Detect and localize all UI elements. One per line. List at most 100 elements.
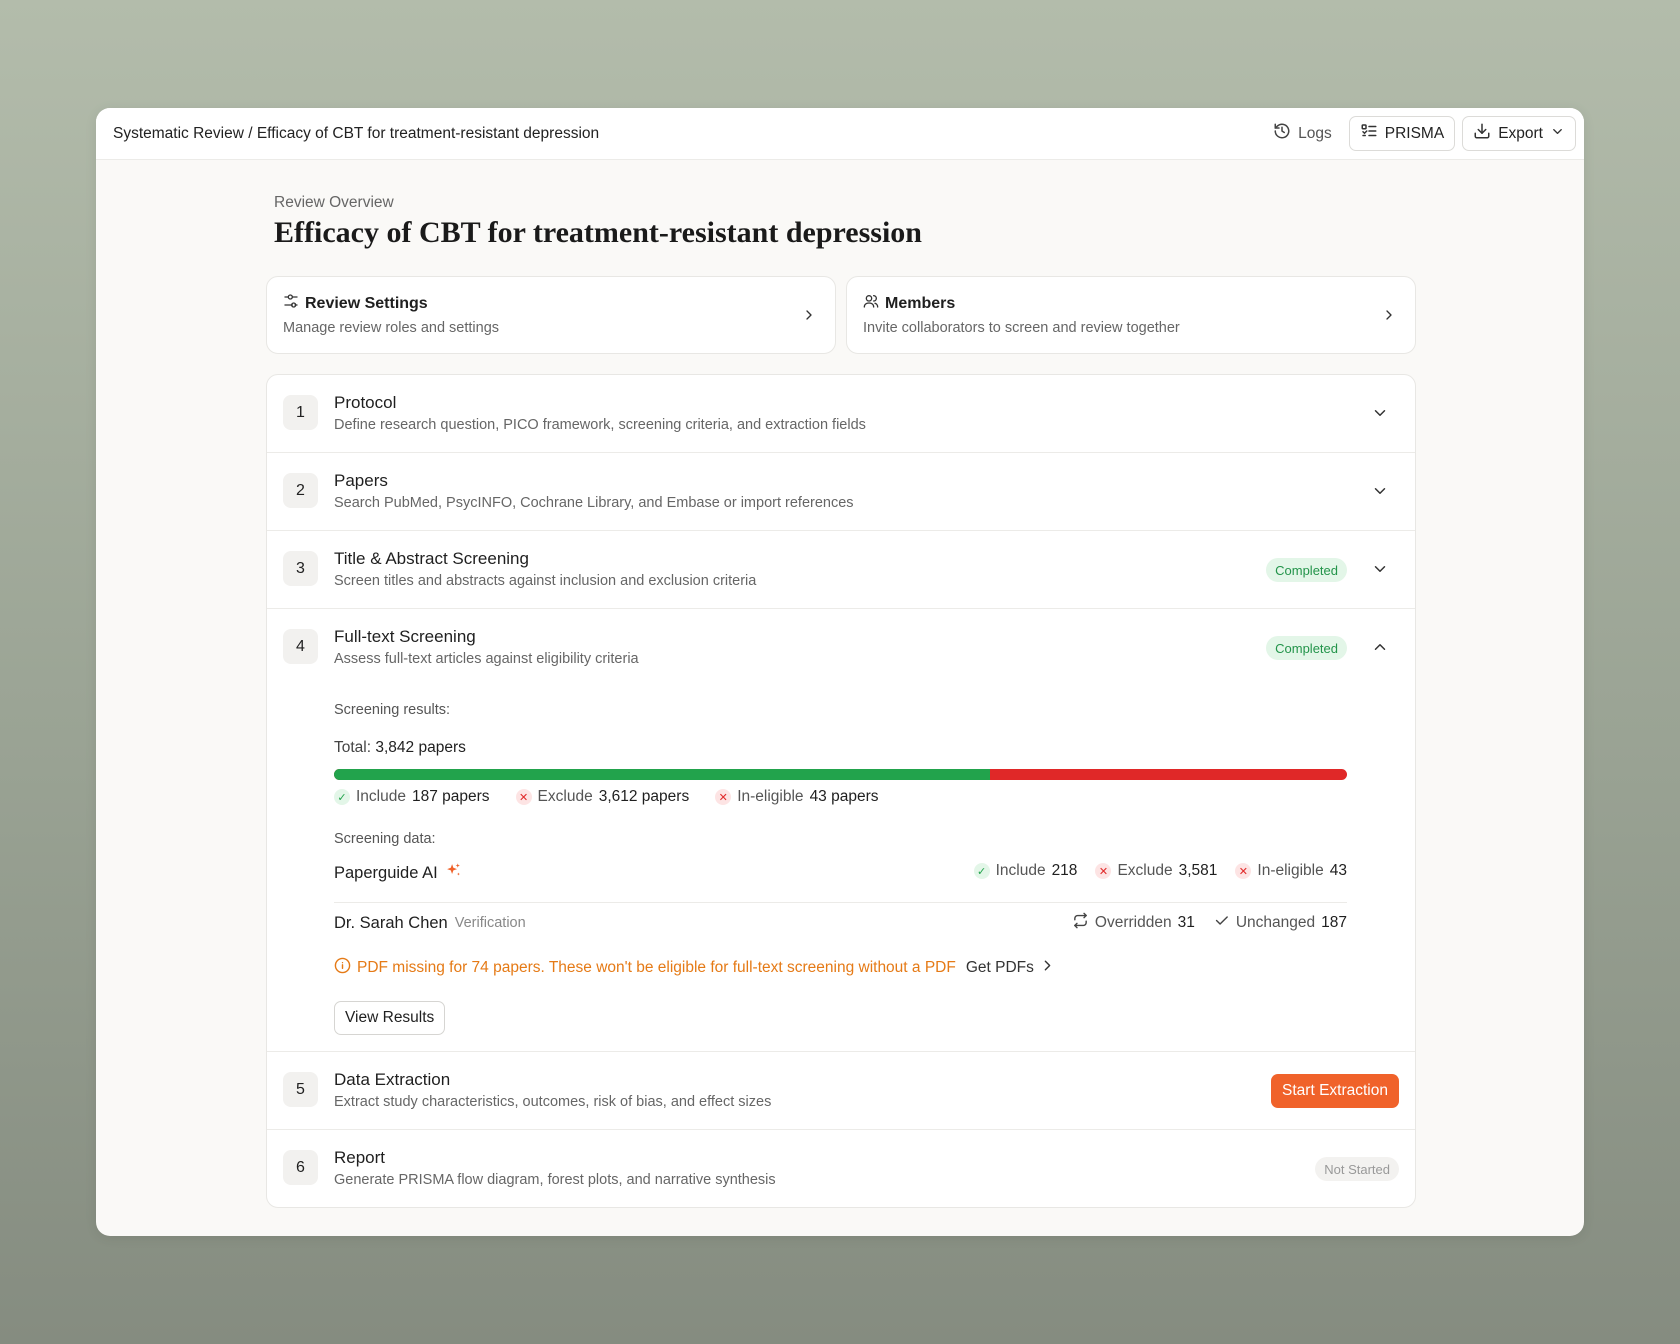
legend-exclude-value: 3,612 papers: [598, 788, 690, 805]
review-settings-desc: Manage review roles and settings: [283, 320, 500, 336]
download-icon: [1473, 122, 1491, 145]
screening-panel: Screening results: Total: 3,842 papers ✓…: [267, 686, 1415, 1051]
step-number: 2: [283, 473, 318, 508]
ai-screener-name-group: Paperguide AI: [334, 862, 462, 884]
legend-ineligible-label: In-eligible: [737, 788, 804, 805]
step-number: 6: [283, 1150, 318, 1185]
step-title: Protocol: [334, 393, 397, 412]
review-steps: 1 Protocol Define research question, PIC…: [266, 374, 1416, 1208]
sparkles-icon: [445, 862, 462, 884]
members-title: Members: [885, 294, 956, 312]
app-window: Systematic Review / Efficacy of CBT for …: [96, 108, 1584, 1236]
ai-exclude-stat: ✕ Exclude 3,581: [1095, 862, 1217, 880]
page-title: Efficacy of CBT for treatment-resistant …: [274, 216, 922, 249]
ai-exclude-label: Exclude: [1117, 862, 1173, 879]
step-number: 1: [283, 395, 318, 430]
review-settings-title: Review Settings: [305, 294, 428, 312]
screening-progress-bar: [334, 769, 1347, 780]
status-badge: Completed: [1266, 558, 1347, 582]
legend-exclude-label: Exclude: [537, 788, 593, 805]
unchanged-label: Unchanged: [1235, 914, 1316, 931]
page-overline-text: Review Overview: [274, 194, 394, 211]
step-header[interactable]: 2 Papers Search PubMed, PsycINFO, Cochra…: [267, 453, 1415, 530]
step-title: Data Extraction: [334, 1070, 451, 1089]
overridden-label: Overridden: [1094, 914, 1172, 931]
quick-cards: Review Settings Manage review roles and …: [266, 276, 1416, 354]
review-settings-card[interactable]: Review Settings Manage review roles and …: [266, 276, 836, 354]
info-circle-icon: [334, 957, 351, 979]
legend-include-label: Include: [356, 788, 406, 805]
x-circle-icon: ✕: [1235, 863, 1252, 879]
screening-legend: ✓ Include 187 papers ✕ Exclude 3,612 pap…: [334, 788, 879, 806]
check-circle-icon: ✓: [973, 863, 990, 879]
ai-screener-name: Paperguide AI: [334, 863, 438, 882]
step-header[interactable]: 3 Title & Abstract Screening Screen titl…: [267, 531, 1415, 608]
screening-total: Total: 3,842 papers: [334, 739, 466, 757]
step-header[interactable]: 5 Data Extraction Extract study characte…: [267, 1052, 1415, 1129]
view-results-button[interactable]: View Results: [334, 1001, 446, 1035]
get-pdfs-link[interactable]: Get PDFs: [966, 957, 1056, 979]
unchanged-stat: Unchanged 187: [1213, 912, 1347, 934]
step-title-abstract-screening[interactable]: 3 Title & Abstract Screening Screen titl…: [267, 531, 1415, 609]
step-description: Generate PRISMA flow diagram, forest plo…: [334, 1172, 776, 1188]
get-pdfs-label: Get PDFs: [965, 959, 1034, 976]
legend-ineligible-value: 43 papers: [809, 788, 879, 805]
legend-include-value: 187 papers: [411, 788, 490, 805]
chevron-down-icon: [1550, 124, 1565, 144]
prisma-label: PRISMA: [1384, 124, 1445, 142]
screening-results-label: Screening results:: [334, 702, 451, 718]
step-description: Assess full-text articles against eligib…: [334, 651, 639, 667]
logs-button[interactable]: Logs: [1263, 116, 1342, 151]
members-title-row: Members: [863, 293, 1399, 314]
chevron-right-icon: [1039, 957, 1056, 979]
human-verifier-row: Dr. Sarah Chen Verification Overridden 3…: [334, 906, 1347, 940]
warning-text: PDF missing for 74 papers. These won't b…: [357, 959, 956, 976]
step-description: Search PubMed, PsycINFO, Cochrane Librar…: [334, 495, 854, 511]
list-checks-icon: [1360, 122, 1378, 145]
overridden-value: 31: [1177, 914, 1195, 931]
x-circle-icon: ✕: [515, 789, 532, 805]
logs-label: Logs: [1298, 124, 1332, 142]
step-protocol[interactable]: 1 Protocol Define research question, PIC…: [267, 375, 1415, 453]
repeat-icon: [1072, 912, 1089, 934]
members-card[interactable]: Members Invite collaborators to screen a…: [846, 276, 1416, 354]
ai-exclude-value: 3,581: [1178, 862, 1218, 879]
x-circle-icon: ✕: [715, 789, 732, 805]
ai-ineligible-value: 43: [1329, 862, 1347, 879]
history-icon: [1273, 122, 1291, 145]
step-papers[interactable]: 2 Papers Search PubMed, PsycINFO, Cochra…: [267, 453, 1415, 531]
prisma-button[interactable]: PRISMA: [1348, 116, 1456, 151]
status-badge: Not Started: [1315, 1157, 1399, 1181]
step-header[interactable]: 4 Full-text Screening Assess full-text a…: [267, 609, 1415, 686]
start-extraction-button[interactable]: Start Extraction: [1271, 1074, 1399, 1108]
step-header[interactable]: 1 Protocol Define research question, PIC…: [267, 375, 1415, 452]
overridden-stat: Overridden 31: [1072, 912, 1195, 934]
ai-screener-row: Paperguide AI ✓ Include 218 ✕ Exclude 3,…: [334, 855, 1347, 903]
ai-include-stat: ✓ Include 218: [973, 862, 1078, 880]
ai-ineligible-stat: ✕ In-eligible 43: [1235, 862, 1347, 880]
top-bar: Systematic Review / Efficacy of CBT for …: [96, 108, 1584, 160]
step-description: Extract study characteristics, outcomes,…: [334, 1094, 772, 1110]
breadcrumb[interactable]: Systematic Review / Efficacy of CBT for …: [113, 125, 599, 143]
step-header[interactable]: 6 Report Generate PRISMA flow diagram, f…: [267, 1130, 1415, 1207]
step-full-text-screening[interactable]: 4 Full-text Screening Assess full-text a…: [267, 609, 1415, 1052]
screening-data-label: Screening data:: [334, 831, 436, 847]
export-label: Export: [1498, 124, 1543, 142]
pdf-missing-warning: PDF missing for 74 papers. These won't b…: [334, 957, 1056, 979]
status-badge: Completed: [1266, 636, 1347, 660]
step-number: 3: [283, 551, 318, 586]
check-circle-icon: ✓: [334, 789, 350, 805]
verifier-name: Dr. Sarah Chen: [334, 913, 448, 932]
verifier-role: Verification: [454, 915, 526, 931]
total-value: 3,842 papers: [375, 739, 466, 756]
step-data-extraction[interactable]: 5 Data Extraction Extract study characte…: [267, 1052, 1415, 1130]
step-description: Screen titles and abstracts against incl…: [334, 573, 757, 589]
legend-include: ✓ Include 187 papers: [334, 788, 490, 806]
step-number: 4: [283, 629, 318, 664]
step-report[interactable]: 6 Report Generate PRISMA flow diagram, f…: [267, 1130, 1415, 1207]
export-button[interactable]: Export: [1462, 116, 1576, 151]
ai-include-value: 218: [1051, 862, 1078, 879]
human-verifier-name-group: Dr. Sarah Chen Verification: [334, 914, 526, 933]
step-title: Papers: [334, 471, 388, 490]
step-number: 5: [283, 1072, 318, 1107]
